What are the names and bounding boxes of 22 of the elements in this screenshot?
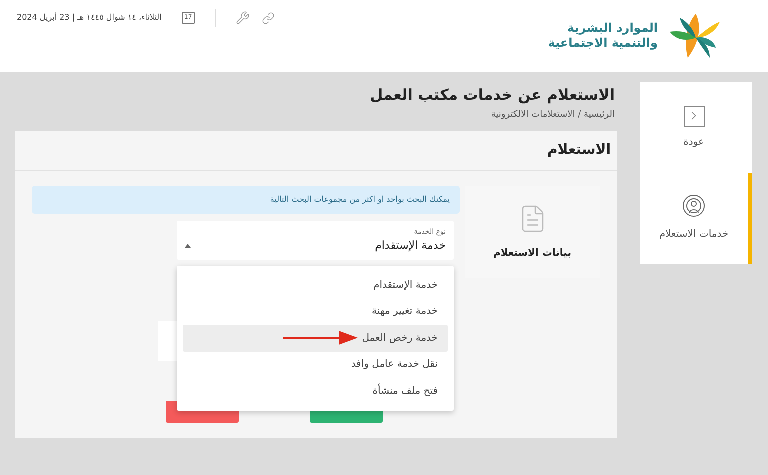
- date-text: الثلاثاء، ١٤ شوال ١٤٤٥ هـ | 23 أبريل 2024: [17, 12, 162, 24]
- sidebar-item[interactable]: خدمات الاستعلام: [640, 173, 752, 264]
- caret-icon: [185, 244, 191, 248]
- select-value: خدمة الإستقدام: [375, 238, 446, 254]
- section-label: بيانات الاستعلام: [494, 246, 572, 260]
- sidebar-label: خدمات الاستعلام: [659, 228, 729, 242]
- sidebar-item[interactable]: عودة: [640, 82, 752, 173]
- breadcrumb: الرئيسية / الاستعلامات الالكترونية: [490, 109, 616, 122]
- link-icon[interactable]: [262, 12, 275, 24]
- broadcast-person-icon: [682, 195, 706, 219]
- menu-item[interactable]: خدمة تغيير مهنة: [183, 298, 448, 325]
- menu-item[interactable]: فتح ملف منشأة: [183, 378, 448, 404]
- menu-item[interactable]: خدمة الإستقدام: [183, 272, 448, 298]
- menu-item[interactable]: نقل خدمة عامل وافد: [183, 352, 448, 378]
- chevron-icon: [684, 106, 704, 126]
- menu-item[interactable]: خدمة رخص العمل: [183, 325, 448, 352]
- page-title: الاستعلام عن خدمات مكتب العمل: [369, 85, 616, 106]
- sidebar-label: عودة: [684, 136, 704, 150]
- info-box: يمكنك البحث بواحد او اكثر من مجموعات البحث التالية: [32, 186, 460, 214]
- wrench-icon[interactable]: [236, 11, 250, 25]
- logo-text: الموارد البشرية والتنمية الاجتماعية: [548, 21, 658, 51]
- panel-title: الاستعلام: [15, 131, 617, 171]
